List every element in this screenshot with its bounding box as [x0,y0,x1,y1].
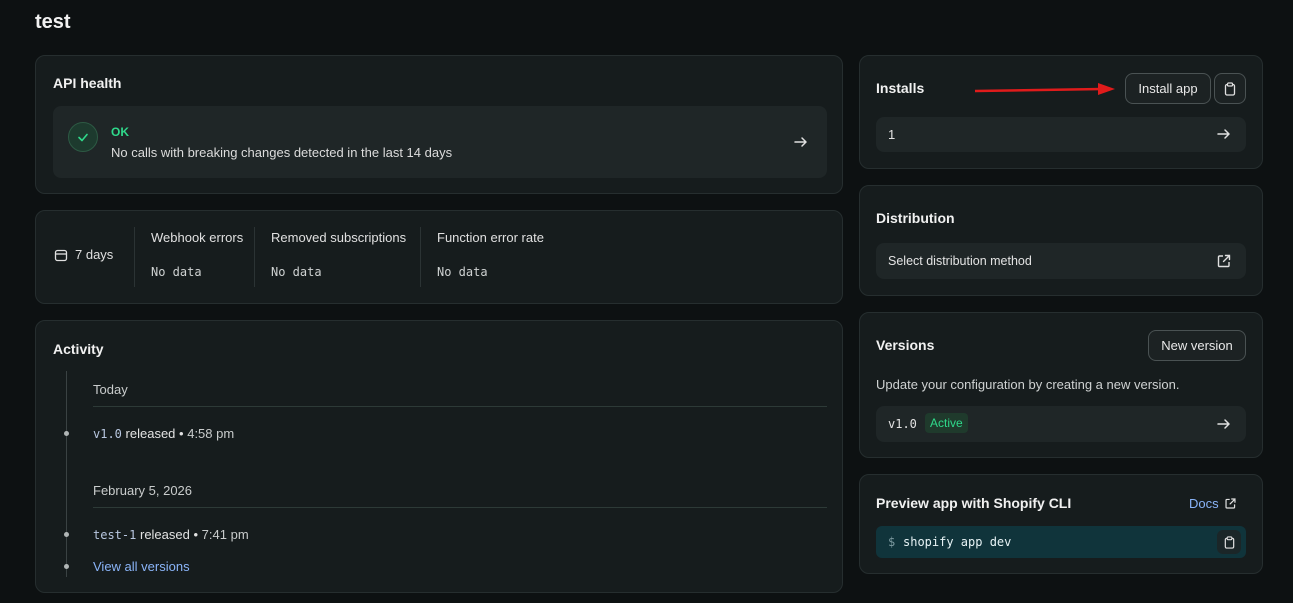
installs-card: Installs Install app 1 [859,55,1263,169]
activity-item: test-1 released • 7:41 pm [93,527,249,542]
install-app-button[interactable]: Install app [1125,73,1211,104]
api-health-title: API health [53,75,122,91]
divider [420,227,421,287]
activity-time: 7:41 pm [201,527,249,542]
activity-divider [93,406,827,407]
activity-divider [93,507,827,508]
version-link[interactable]: test-1 [93,528,136,542]
annotation-red-arrow [974,83,1115,95]
cli-prompt: $ [888,535,896,549]
versions-card: Versions New version Update your configu… [859,312,1263,458]
select-distribution-row[interactable]: Select distribution method [876,243,1246,279]
activity-date: Today [93,382,128,397]
status-badge: Active [925,413,968,433]
current-version: v1.0 [888,417,917,431]
activity-separator: • [179,426,184,441]
external-link-icon [1217,254,1231,268]
distribution-title: Distribution [876,210,955,226]
arrow-right-icon [1217,129,1230,139]
clipboard-icon [1224,81,1236,96]
activity-item: v1.0 released • 4:58 pm [93,426,234,441]
metric-value: No data [271,265,322,279]
arrow-right-icon [1217,419,1230,429]
installs-count: 1 [888,127,896,142]
page-title: test [35,11,71,33]
preview-card: Preview app with Shopify CLI Docs $ shop… [859,474,1263,574]
cli-command: shopify app dev [903,535,1012,549]
metric-function-error-rate: Function error rate No data [437,230,544,279]
api-health-row[interactable]: OK No calls with breaking changes detect… [53,106,827,178]
metric-value: No data [151,265,202,279]
versions-title: Versions [876,337,935,353]
docs-link[interactable]: Docs [1189,496,1237,511]
metric-label: Removed subscriptions [271,230,407,245]
arrow-right-icon [794,137,807,147]
select-distribution-label: Select distribution method [888,254,1032,268]
view-all-versions-link[interactable]: View all versions [93,559,190,574]
installs-title: Installs [876,80,925,96]
timeline-dot [64,431,69,436]
distribution-card: Distribution Select distribution method [859,185,1263,296]
period-selector[interactable]: 7 days [54,247,113,262]
divider [254,227,255,287]
docs-label: Docs [1189,496,1219,511]
preview-title: Preview app with Shopify CLI [876,495,1072,511]
divider [134,227,135,287]
activity-date: February 5, 2026 [93,483,193,498]
timeline-dot [64,532,69,537]
activity-separator: • [193,527,199,542]
new-version-button[interactable]: New version [1148,330,1246,361]
metric-webhook-errors: Webhook errors No data [151,230,243,279]
api-health-status: OK [111,125,129,139]
period-label: 7 days [75,247,114,262]
api-health-message: No calls with breaking changes detected … [111,145,453,160]
timeline-dot [64,564,69,569]
activity-card: Activity Today v1.0 released • 4:58 pm F… [35,320,843,593]
current-version-row[interactable]: v1.0 Active [876,406,1246,442]
activity-action: released [139,527,190,542]
metrics-card: 7 days Webhook errors No data Removed su… [35,210,843,304]
metric-removed-subscriptions: Removed subscriptions No data [271,230,406,279]
check-circle-icon [68,122,98,152]
metric-label: Function error rate [437,230,544,245]
calendar-icon [54,249,68,261]
metric-label: Webhook errors [151,230,244,245]
versions-description: Update your configuration by creating a … [876,377,1180,392]
version-link[interactable]: v1.0 [93,427,122,441]
external-link-icon [1225,498,1236,509]
timeline-line [66,371,67,577]
copy-command-button[interactable] [1217,530,1241,554]
metric-value: No data [437,265,488,279]
api-health-card: API health OK No calls with breaking cha… [35,55,843,194]
activity-title: Activity [53,341,104,357]
copy-link-button[interactable] [1214,73,1246,104]
installs-row[interactable]: 1 [876,117,1246,152]
clipboard-icon [1224,535,1234,549]
activity-action: released [125,426,176,441]
activity-time: 4:58 pm [187,426,235,441]
cli-command-box: $ shopify app dev [876,526,1246,558]
